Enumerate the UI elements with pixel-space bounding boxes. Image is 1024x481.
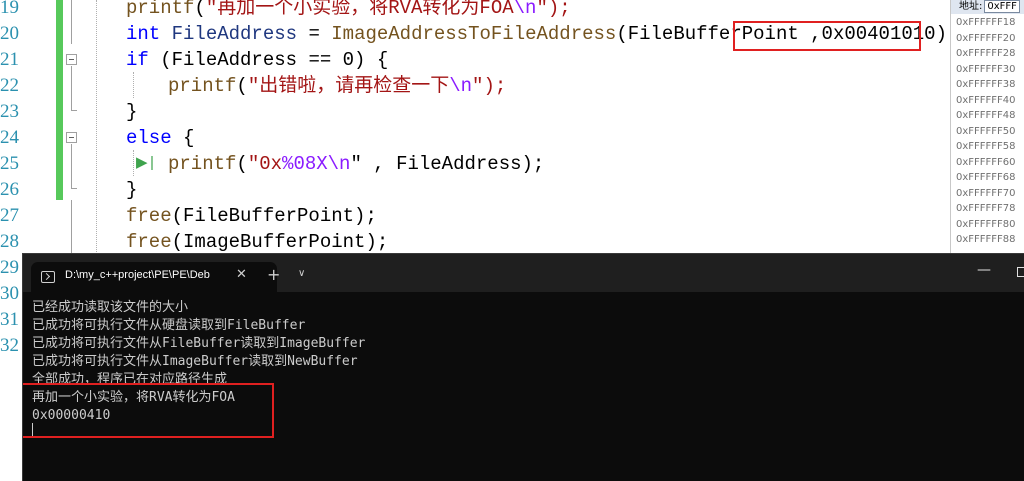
terminal-tab-strip: D:\my_c++project\PE\PE\Deb ✕ + ∨ —	[23, 254, 1024, 292]
line-number: 19	[0, 0, 19, 18]
line-number: 26	[0, 179, 19, 200]
code-line-27: free(FileBufferPoint);	[126, 205, 377, 227]
terminal-window[interactable]: D:\my_c++project\PE\PE\Deb ✕ + ∨ — 已经成功读…	[22, 253, 1024, 481]
line-number: 28	[0, 231, 19, 252]
line-number: 20	[0, 23, 19, 44]
code-line-23: }	[126, 101, 138, 123]
memory-address-input[interactable]: 0xFFF	[984, 0, 1020, 13]
code-line-21: if (FileAddress == 0) {	[126, 49, 389, 71]
fold-guide-end	[71, 110, 77, 111]
fold-guide-end	[71, 188, 77, 189]
line-number: 25	[0, 153, 19, 174]
fold-guide-line	[71, 0, 72, 44]
memory-row: 0xFFFFFF58	[956, 141, 1016, 152]
line-number: 23	[0, 101, 19, 122]
fold-collapse-icon[interactable]	[66, 132, 77, 143]
memory-row: 0xFFFFFF68	[956, 172, 1016, 183]
new-tab-button[interactable]: +	[267, 265, 280, 284]
memory-window[interactable]: 地址: 0xFFF 0xFFFFFF18 0xFFFFFF20 0xFFFFFF2…	[950, 0, 1024, 262]
terminal-tab-title: D:\my_c++project\PE\PE\Deb	[65, 269, 210, 281]
line-number: 22	[0, 75, 19, 96]
memory-row: 0xFFFFFF50	[956, 125, 1016, 137]
minimize-button[interactable]: —	[977, 262, 991, 278]
memory-row: 0xFFFFFF88	[956, 234, 1016, 245]
memory-row: 0xFFFFFF40	[956, 94, 1016, 106]
terminal-output-line: 已成功将可执行文件从ImageBuffer读取到NewBuffer	[32, 354, 358, 369]
code-line-25: printf("0x%08X\n" , FileAddress);	[168, 153, 545, 175]
memory-address-label: 地址:	[959, 1, 983, 12]
memory-address-bar: 地址: 0xFFF	[951, 0, 1024, 14]
maximize-button[interactable]	[1017, 267, 1024, 277]
fold-guide-line	[71, 200, 72, 260]
run-to-cursor-icon[interactable]: ▶|	[136, 151, 157, 177]
highlight-box-output	[23, 383, 274, 438]
terminal-icon	[41, 271, 55, 283]
memory-row: 0xFFFFFF20	[956, 32, 1016, 44]
indent-guide	[96, 0, 97, 260]
memory-row: 0xFFFFFF48	[956, 110, 1016, 121]
memory-row: 0xFFFFFF28	[956, 48, 1016, 59]
highlight-box-address-argument	[733, 21, 921, 51]
line-number: 27	[0, 205, 19, 226]
line-number: 24	[0, 127, 19, 148]
close-tab-icon[interactable]: ✕	[236, 267, 247, 282]
memory-row: 0xFFFFFF38	[956, 79, 1016, 90]
indent-guide	[133, 72, 134, 98]
memory-row: 0xFFFFFF78	[956, 203, 1016, 214]
code-line-26: }	[126, 179, 138, 201]
terminal-output-line: 已成功将可执行文件从硬盘读取到FileBuffer	[32, 318, 306, 333]
code-line-24: else {	[126, 127, 195, 149]
code-line-28: free(ImageBufferPoint);	[126, 231, 389, 253]
fold-guide-line	[71, 144, 72, 188]
memory-row: 0xFFFFFF18	[956, 17, 1016, 28]
change-indicator-bar	[56, 0, 63, 200]
indent-guide	[133, 150, 134, 176]
terminal-output-line: 已经成功读取该文件的大小	[32, 300, 189, 315]
terminal-output-line: 已成功将可执行文件从FileBuffer读取到ImageBuffer	[32, 336, 366, 351]
code-line-19: printf("再加一个小实验，将RVA转化为FOA\n");	[126, 0, 571, 19]
memory-row: 0xFFFFFF30	[956, 63, 1016, 75]
memory-row: 0xFFFFFF60	[956, 156, 1016, 168]
terminal-tab[interactable]: D:\my_c++project\PE\PE\Deb ✕	[31, 262, 277, 292]
fold-guide-line	[71, 66, 72, 110]
line-number: 21	[0, 49, 19, 70]
memory-row: 0xFFFFFF80	[956, 218, 1016, 230]
memory-row: 0xFFFFFF70	[956, 187, 1016, 199]
chevron-down-icon[interactable]: ∨	[298, 268, 305, 279]
code-line-22: printf("出错啦，请再检查一下\n");	[168, 75, 507, 97]
fold-collapse-icon[interactable]	[66, 54, 77, 65]
